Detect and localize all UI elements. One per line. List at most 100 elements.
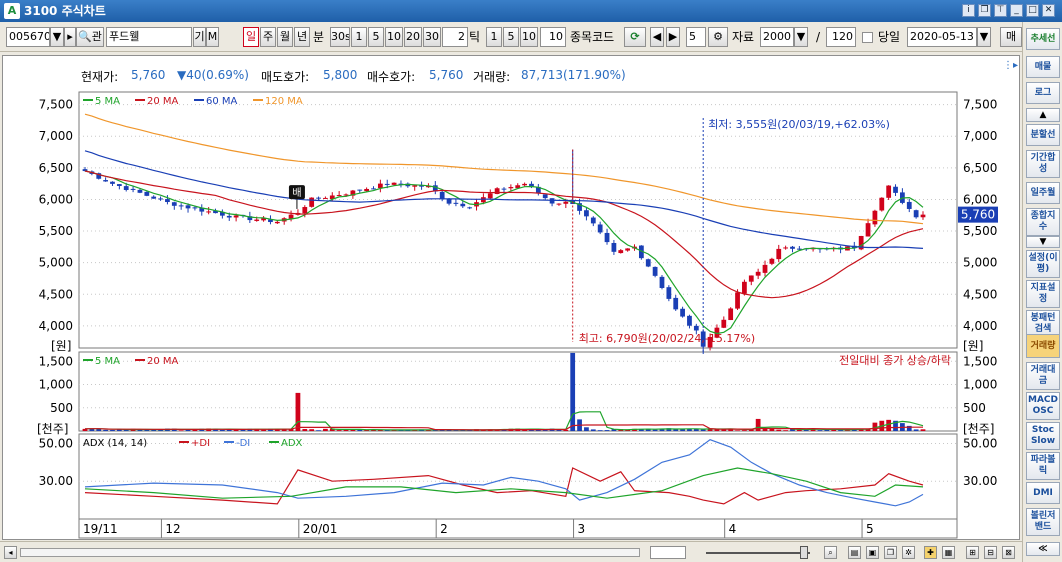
tick-count-input[interactable]: 10 xyxy=(540,27,566,47)
restore-icon[interactable]: ❐ xyxy=(978,4,991,17)
panel-expand-icon[interactable]: ⋮▸ xyxy=(1003,60,1018,71)
tick-10-button[interactable]: 10 xyxy=(520,27,538,47)
sidebar-scroll-up-icon[interactable]: ▲ xyxy=(1026,108,1060,122)
adx-tick-label-left: 50.00 xyxy=(39,436,73,450)
sidebar-trade-value-button[interactable]: 거래대금 xyxy=(1026,362,1060,390)
save-icon[interactable]: ▣ xyxy=(866,546,879,559)
next-arrow-icon[interactable]: ▶ xyxy=(666,27,680,47)
sidebar-trendline-button[interactable]: 추세선 xyxy=(1026,28,1060,50)
sidebar-volume-button[interactable]: 거래량 xyxy=(1026,334,1060,358)
sidebar-macd-button[interactable]: MACD OSC xyxy=(1026,392,1060,420)
refresh-icon[interactable]: ⟳ xyxy=(624,27,646,47)
next-stock-icon[interactable]: ▸ xyxy=(64,27,76,47)
stock-chart-svg[interactable]: 4,000 4,000 4,500 4,500 5,000 5,000 5,500 5,500… xyxy=(3,56,1019,539)
close-icon[interactable]: ✕ xyxy=(1042,4,1055,17)
code-dropdown-icon[interactable]: ▼ xyxy=(50,27,64,47)
more-button[interactable]: 매 xyxy=(1000,27,1022,47)
help-icon[interactable]: i xyxy=(962,4,975,17)
candle-body xyxy=(508,187,514,189)
sidebar-composite-index-button[interactable]: 종합지수 xyxy=(1026,208,1060,236)
sidebar-stochastic-button[interactable]: Stoc Slow xyxy=(1026,422,1060,450)
zoom-icon[interactable]: ⌕ xyxy=(824,546,837,559)
sidebar-period-merge-button[interactable]: 기간합성 xyxy=(1026,150,1060,178)
prev-arrow-icon[interactable]: ◀ xyxy=(650,27,664,47)
candle-body xyxy=(666,287,672,299)
stock-search-button[interactable]: 🔍관 xyxy=(76,27,104,47)
candle-body xyxy=(144,191,150,196)
settings-gear-icon[interactable]: ⚙ xyxy=(708,27,728,47)
volume-unit-label-right: [천주] xyxy=(963,421,994,436)
min-20-button[interactable]: 20 xyxy=(404,27,422,47)
sidebar-parabolic-button[interactable]: 파라볼릭 xyxy=(1026,452,1060,480)
tick-1-button[interactable]: 1 xyxy=(486,27,502,47)
volume-bar xyxy=(295,392,301,431)
minimize-icon[interactable]: _ xyxy=(1010,4,1023,17)
copy-icon[interactable]: ❐ xyxy=(884,546,897,559)
volume-bar xyxy=(735,430,740,431)
candle-body xyxy=(487,193,493,199)
candle-body xyxy=(790,246,795,249)
period-year-button[interactable]: 년 xyxy=(294,27,310,47)
period-day-button[interactable]: 일 xyxy=(243,27,259,47)
sidebar-volume-profile-button[interactable]: 매물 xyxy=(1026,56,1060,78)
export-icon[interactable]: ⊞ xyxy=(966,546,979,559)
tick-value-input[interactable]: 2 xyxy=(442,27,468,47)
min-30-button[interactable]: 30 xyxy=(423,27,441,47)
zoom-slider-track[interactable] xyxy=(706,552,810,554)
print-icon[interactable]: ▤ xyxy=(848,546,861,559)
sidebar-split-button[interactable]: 분할선 xyxy=(1026,124,1060,146)
data-count-dropdown-icon[interactable]: ▼ xyxy=(794,27,808,47)
sidebar-day-week-month-button[interactable]: 일주월 xyxy=(1026,182,1060,204)
view-count-input[interactable]: 120 xyxy=(826,27,856,47)
candle-body xyxy=(501,188,507,190)
window-title: 3100 주식차트 xyxy=(24,4,106,18)
share-icon[interactable]: ⊠ xyxy=(1002,546,1015,559)
zoom-field[interactable] xyxy=(650,546,686,559)
horizontal-scrollbar[interactable] xyxy=(20,548,640,557)
sidebar-scroll-down-icon[interactable]: ▼ xyxy=(1026,236,1060,248)
zoom-slider-handle[interactable] xyxy=(800,546,808,559)
price-unit-label-right: [원] xyxy=(963,339,983,353)
sidebar-collapse-icon[interactable]: ≪ xyxy=(1026,542,1060,556)
date-input[interactable]: 2020-05-13 xyxy=(907,27,977,47)
pin-icon[interactable]: ⊤ xyxy=(994,4,1007,17)
stock-code-input[interactable]: 005670 xyxy=(6,27,50,47)
step-input[interactable]: 5 xyxy=(686,27,706,47)
crosshair-icon[interactable]: ✚ xyxy=(924,546,937,559)
period-week-button[interactable]: 주 xyxy=(260,27,276,47)
candle-body xyxy=(687,315,692,326)
low-price-annotation: 최저: 3,555원(20/03/19,+62.03%) xyxy=(708,118,890,131)
sidebar-log-button[interactable]: 로그 xyxy=(1026,82,1060,104)
candle-body xyxy=(130,188,136,190)
gi-button[interactable]: 기 xyxy=(193,27,206,47)
volume-unit-label-left: [천주] xyxy=(37,421,68,436)
min-1-button[interactable]: 1 xyxy=(351,27,367,47)
candle-body xyxy=(590,217,596,224)
sidebar-indicator-settings-button[interactable]: 지표설정 xyxy=(1026,280,1060,308)
x-axis-label: 4 xyxy=(729,522,737,536)
date-dropdown-icon[interactable]: ▼ xyxy=(977,27,991,47)
layout-icon[interactable]: ⊟ xyxy=(984,546,997,559)
sidebar-bollinger-button[interactable]: 볼린저밴드 xyxy=(1026,508,1060,536)
today-checkbox[interactable] xyxy=(862,32,873,43)
sidebar-dmi-button[interactable]: DMI xyxy=(1026,482,1060,504)
min-30s-button[interactable]: 30s xyxy=(330,27,350,47)
candle-body xyxy=(920,214,926,218)
min-5-button[interactable]: 5 xyxy=(368,27,384,47)
period-month-button[interactable]: 월 xyxy=(277,27,293,47)
maximize-icon[interactable]: □ xyxy=(1026,4,1039,17)
m-button[interactable]: M xyxy=(206,27,219,47)
min-10-button[interactable]: 10 xyxy=(385,27,403,47)
price-unit-label-left: [원] xyxy=(51,339,71,353)
sidebar-ma-settings-button[interactable]: 설정(이평) xyxy=(1026,250,1060,278)
grid-icon[interactable]: ▦ xyxy=(942,546,955,559)
data-count-select[interactable]: 2000 xyxy=(760,27,794,47)
volume-bar xyxy=(817,430,823,431)
stock-name-field[interactable]: 푸드웰 xyxy=(106,27,192,47)
volume-note: 전일대비 종가 상승/하락 xyxy=(839,353,951,367)
scroll-left-icon[interactable]: ◂ xyxy=(4,546,17,559)
chart-area[interactable]: 현재가: 5,760 ▼40(0.69%) 매도호가: 5,800 매수호가: … xyxy=(2,55,1020,540)
tick-5-button[interactable]: 5 xyxy=(503,27,519,47)
adx-tick-label-left: 30.00 xyxy=(39,474,73,488)
config-icon[interactable]: ✲ xyxy=(902,546,915,559)
